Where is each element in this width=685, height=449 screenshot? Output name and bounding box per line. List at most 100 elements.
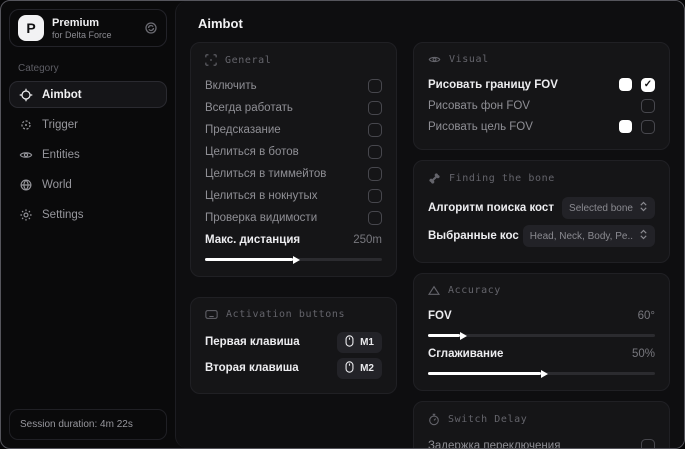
checkbox[interactable] [367, 189, 382, 203]
setting-label: Всегда работать [205, 102, 293, 114]
accuracy-header: Accuracy [427, 285, 655, 296]
keybind-label: Вторая клавиша [205, 362, 299, 374]
slider-value: 60° [637, 310, 655, 322]
category-label: Category [18, 63, 59, 74]
keybind-row: Первая клавиша M1 [205, 329, 382, 355]
general-header: General [205, 54, 382, 66]
setting-row: Проверка видимости [205, 207, 382, 229]
activation-header: Activation buttons [205, 309, 382, 320]
app-logo: P [18, 15, 44, 41]
page-title: Aimbot [198, 16, 243, 31]
slider-row: Сглаживание 50% [428, 343, 655, 365]
section-title: Accuracy [447, 285, 501, 296]
sync-icon[interactable] [144, 21, 158, 35]
checkbox[interactable] [641, 119, 655, 134]
sidebar-item-aimbot[interactable]: Aimbot [9, 81, 167, 108]
checkbox[interactable] [367, 123, 382, 137]
setting-row: Целиться в тиммейтов [205, 163, 382, 185]
checkbox[interactable] [367, 167, 382, 181]
sidebar-header: P Premium for Delta Force [9, 9, 167, 47]
slider-thumb[interactable] [293, 255, 301, 264]
setting-label: Рисовать цель FOV [427, 120, 533, 133]
accuracy-card: Accuracy FOV 60° Сглаживание 50% [412, 273, 670, 391]
checkbox[interactable] [367, 145, 382, 159]
keybind-button-m1[interactable]: M1 [337, 331, 382, 353]
max-distance-slider[interactable] [205, 255, 382, 264]
sidebar-item-entities[interactable]: Entities [9, 141, 167, 168]
dropdown-label: Выбранные кос [427, 230, 519, 242]
session-duration: Session duration: 4m 22s [9, 409, 167, 440]
right-column: Visual Рисовать границу FOV ✓ Рисовать ф… [412, 42, 670, 448]
slider-value: 250m [353, 234, 382, 246]
setting-label: Целиться в тиммейтов [205, 168, 327, 180]
section-title: Visual [448, 54, 489, 65]
setting-row: Рисовать фон FOV [428, 95, 655, 116]
setting-row: Целиться в ботов [205, 141, 382, 163]
setting-label: Целиться в ботов [205, 146, 299, 158]
dropdown-row: Алгоритм поиска кост Selected bone [428, 194, 655, 222]
slider-label: Макс. дистанция [205, 234, 301, 246]
checkbox[interactable] [367, 79, 382, 93]
visual-card: Visual Рисовать границу FOV ✓ Рисовать ф… [412, 42, 670, 150]
sidebar-item-world[interactable]: World [9, 171, 167, 198]
checkbox[interactable] [641, 439, 655, 448]
dropdown-label: Алгоритм поиска кост [427, 202, 554, 214]
gear-icon [19, 208, 33, 222]
sidebar-item-trigger[interactable]: Trigger [9, 111, 167, 138]
slider-label: FOV [427, 310, 452, 322]
section-title: Activation buttons [226, 309, 346, 320]
app-subtitle: for Delta Force [52, 29, 112, 40]
smoothing-slider[interactable] [427, 369, 655, 378]
bone-icon [428, 172, 441, 185]
color-swatch[interactable] [619, 78, 632, 91]
setting-row: Всегда работать [205, 97, 382, 119]
checkbox-checked[interactable]: ✓ [641, 77, 655, 92]
stopwatch-icon [428, 413, 440, 426]
keybind-key: M2 [360, 362, 374, 374]
setting-label: Предсказание [205, 124, 281, 136]
section-title: Switch Delay [447, 414, 528, 425]
section-title: General [225, 54, 272, 66]
mouse-icon [345, 360, 354, 376]
setting-row: Рисовать цель FOV [428, 116, 655, 137]
slider-thumb[interactable] [459, 331, 467, 340]
sidebar-item-label: World [42, 178, 72, 191]
sidebar-nav: Aimbot Trigger Entities World Settings [9, 81, 167, 228]
world-icon [19, 178, 33, 192]
fov-slider[interactable] [427, 331, 655, 340]
selected-bones-dropdown[interactable]: Head, Neck, Body, Pe.. [522, 225, 655, 247]
eye-icon [428, 54, 441, 65]
trigger-icon [19, 118, 33, 132]
slider-thumb[interactable] [541, 369, 549, 378]
unfold-icon [639, 201, 648, 215]
slider-value: 50% [631, 348, 655, 360]
setting-label: Проверка видимости [205, 212, 318, 224]
general-card: General Включить Всегда работать Предска… [190, 42, 397, 277]
keybind-button-m2[interactable]: M2 [337, 357, 382, 379]
keybind-row: Вторая клавиша M2 [205, 355, 382, 381]
mouse-icon [345, 334, 354, 350]
crosshair-icon [19, 88, 33, 102]
unfold-icon [639, 229, 648, 243]
sidebar-item-label: Trigger [42, 118, 78, 131]
bones-header: Finding the bone [428, 172, 655, 185]
activation-card: Activation buttons Первая клавиша M1 Вто… [190, 297, 397, 394]
slider-row: FOV 60° [428, 305, 655, 327]
app-window: P Premium for Delta Force Category Aimbo… [0, 0, 685, 449]
setting-row: Задержка переключения [428, 435, 655, 448]
checkbox[interactable] [367, 101, 382, 115]
dropdown-value: Head, Neck, Body, Pe.. [529, 230, 633, 242]
bones-card: Finding the bone Алгоритм поиска кост Se… [412, 160, 670, 263]
color-swatch[interactable] [619, 120, 632, 133]
switch-delay-card: Switch Delay Задержка переключения Задер… [412, 401, 670, 448]
bone-algorithm-dropdown[interactable]: Selected bone [562, 197, 655, 219]
setting-label: Рисовать фон FOV [427, 99, 530, 112]
setting-row: Рисовать границу FOV ✓ [428, 74, 655, 95]
sidebar-item-label: Entities [42, 148, 80, 161]
sidebar-item-settings[interactable]: Settings [9, 201, 167, 228]
triangle-icon [427, 285, 440, 296]
left-column: General Включить Всегда работать Предска… [190, 42, 397, 394]
sidebar-item-label: Aimbot [42, 88, 82, 101]
checkbox[interactable] [367, 211, 382, 225]
checkbox[interactable] [641, 98, 655, 113]
